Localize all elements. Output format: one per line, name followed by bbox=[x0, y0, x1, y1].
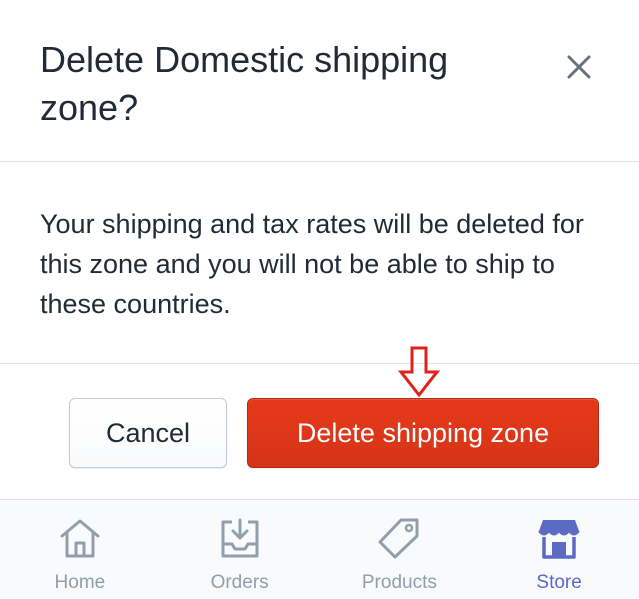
tab-products[interactable]: Products bbox=[320, 500, 480, 599]
tab-home[interactable]: Home bbox=[0, 500, 160, 599]
tab-label: Orders bbox=[210, 572, 269, 593]
tab-orders[interactable]: Orders bbox=[160, 500, 320, 599]
dialog-footer: Cancel Delete shipping zone bbox=[0, 346, 639, 500]
tab-label: Store bbox=[536, 572, 582, 593]
tab-label: Products bbox=[361, 572, 437, 593]
tag-icon bbox=[378, 518, 419, 559]
bottom-tab-bar: Home Orders Products Store bbox=[0, 500, 639, 599]
dialog-message: Your shipping and tax rates will be dele… bbox=[40, 209, 584, 319]
dialog-header: Delete Domestic shipping zone? bbox=[0, 0, 639, 162]
delete-shipping-zone-button[interactable]: Delete shipping zone bbox=[247, 398, 599, 468]
close-icon bbox=[567, 55, 591, 79]
down-arrow-annotation-icon bbox=[398, 346, 440, 398]
dialog-body: Your shipping and tax rates will be dele… bbox=[0, 162, 639, 364]
tab-store[interactable]: Store bbox=[479, 500, 639, 599]
home-icon bbox=[60, 519, 100, 558]
close-button[interactable] bbox=[560, 48, 598, 86]
tab-label: Home bbox=[54, 572, 106, 593]
cancel-button[interactable]: Cancel bbox=[69, 398, 227, 468]
store-icon bbox=[538, 520, 580, 559]
orders-inbox-icon bbox=[221, 518, 259, 558]
dialog-title: Delete Domestic shipping zone? bbox=[40, 39, 449, 128]
